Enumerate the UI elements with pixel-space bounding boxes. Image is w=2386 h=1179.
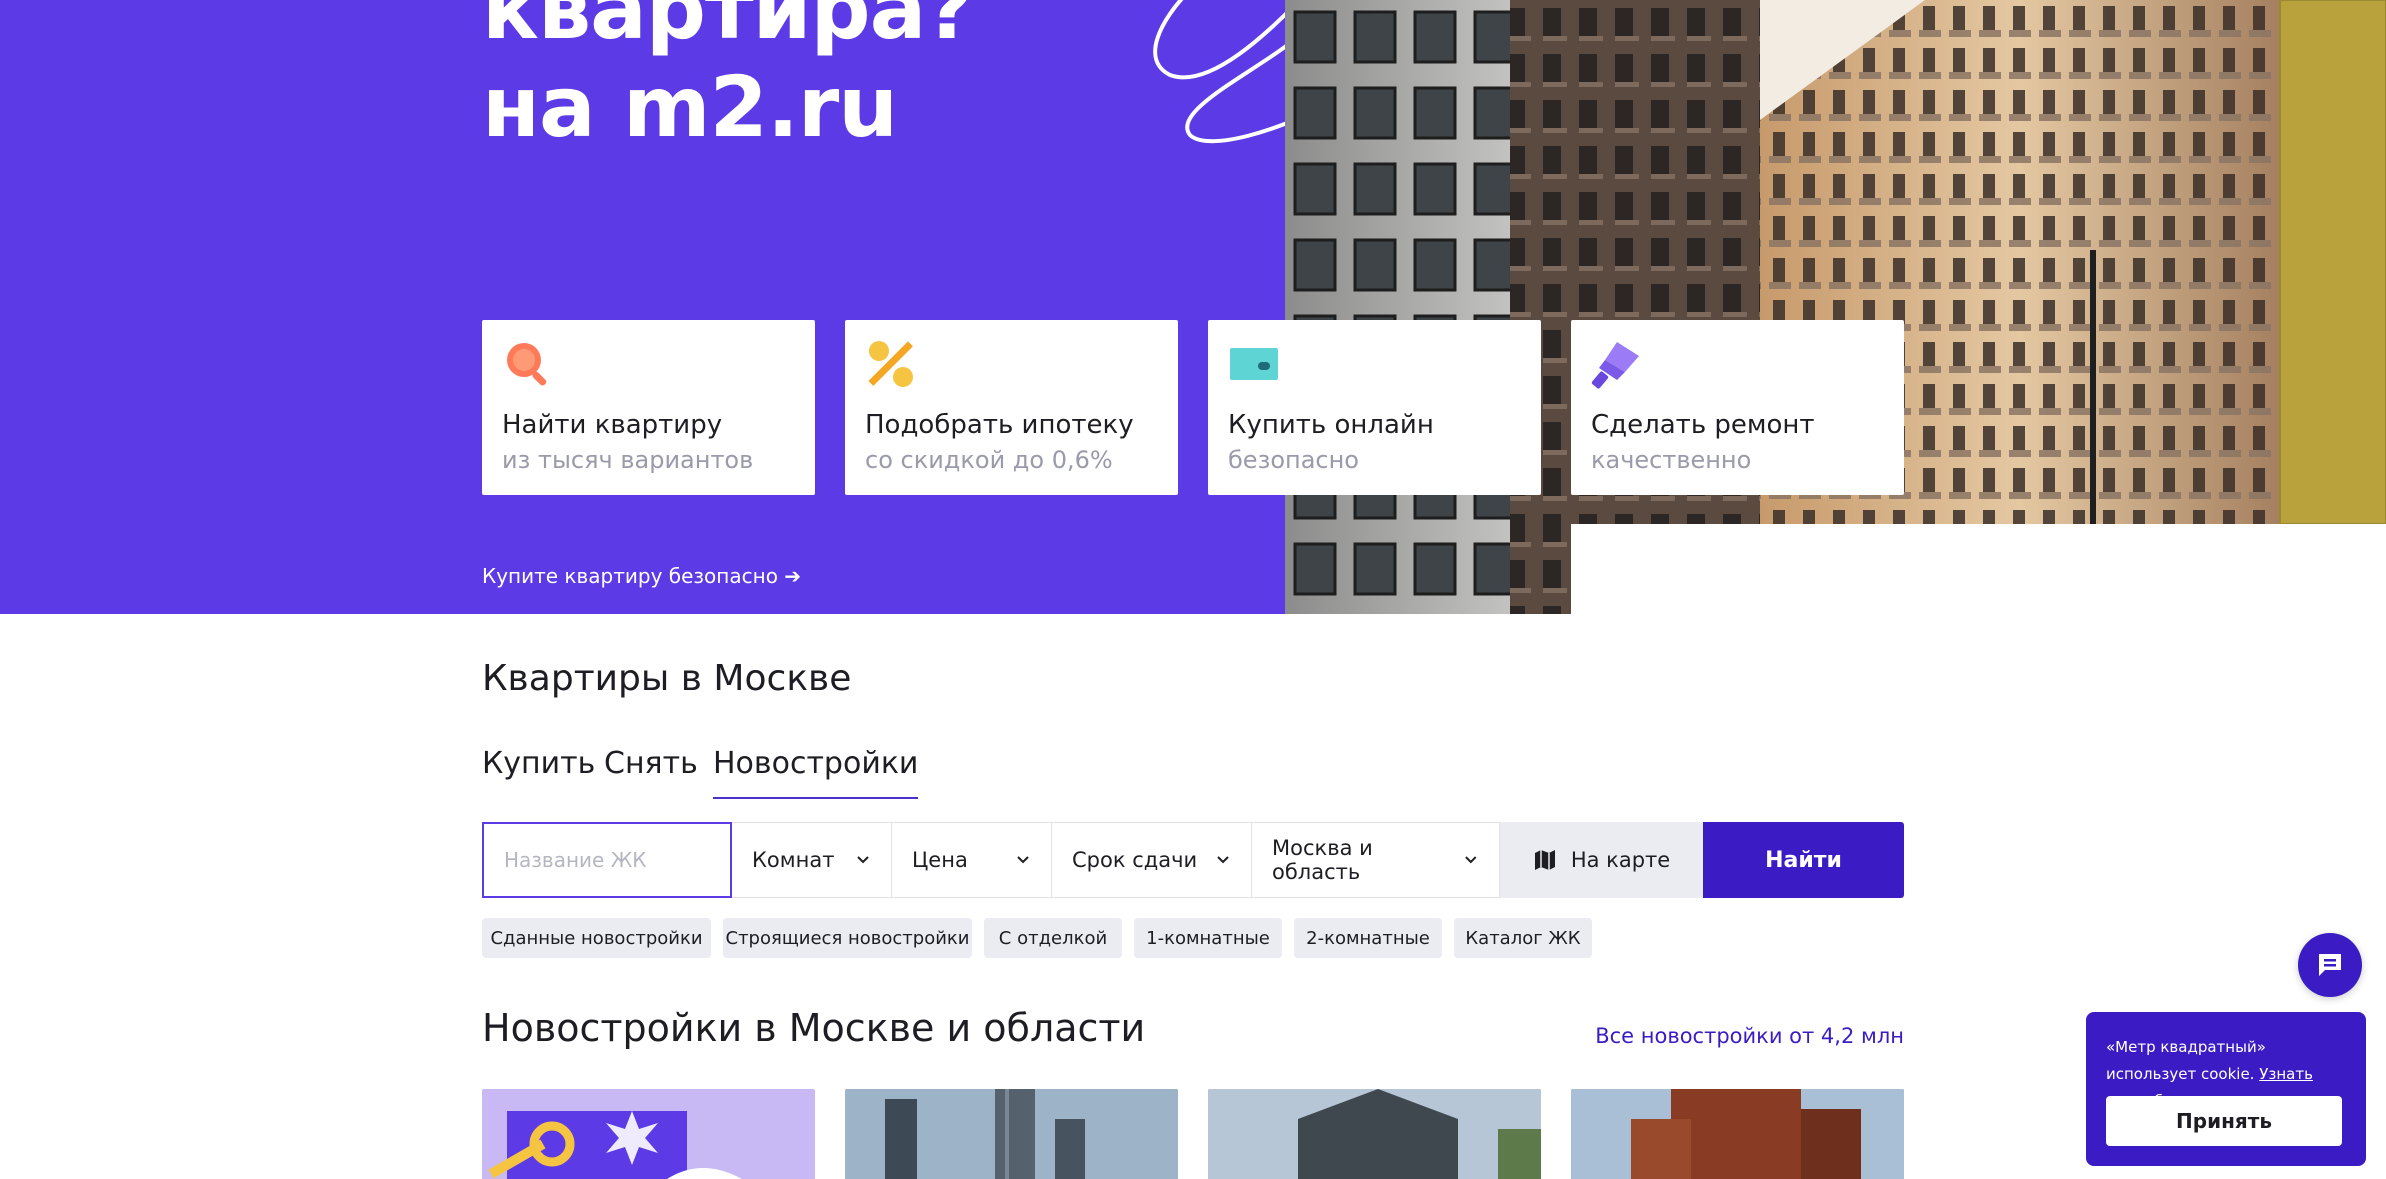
chat-button[interactable] — [2298, 933, 2362, 997]
hero-title: квартира? на m2.ru — [482, 0, 974, 156]
tab-rent[interactable]: Снять — [604, 746, 698, 797]
complex-name-input[interactable] — [482, 822, 732, 898]
chevron-down-icon — [857, 856, 869, 864]
chip-with-finishing[interactable]: С отделкой — [984, 918, 1122, 958]
paint-roller-icon — [1591, 342, 1639, 389]
service-card-title: Подобрать ипотеку — [865, 410, 1134, 440]
chip-two-room[interactable]: 2-комнатные — [1294, 918, 1442, 958]
price-select-label: Цена — [912, 848, 968, 872]
new-buildings-section-title: Новостройки в Москве и области — [482, 1006, 1146, 1050]
card-icon — [1230, 348, 1278, 380]
region-select[interactable]: Москва и область — [1252, 822, 1500, 898]
region-select-label: Москва и область — [1272, 836, 1373, 884]
service-card-buy-online[interactable]: Купить онлайн безопасно — [1208, 320, 1541, 495]
tab-buy[interactable]: Купить — [482, 746, 595, 797]
service-card-subtitle: из тысяч вариантов — [502, 446, 754, 474]
listing-photo — [845, 1089, 1178, 1179]
percent-icon — [868, 341, 913, 387]
chevron-down-icon — [1217, 856, 1229, 864]
building-illustration — [1285, 0, 2386, 614]
chip-complex-catalog[interactable]: Каталог ЖК — [1454, 918, 1592, 958]
service-card-subtitle: со скидкой до 0,6% — [865, 446, 1113, 474]
chevron-down-icon — [1465, 856, 1477, 864]
hero-building-photo — [1285, 0, 2386, 614]
rooms-select[interactable]: Комнат — [732, 822, 892, 898]
service-card-subtitle: безопасно — [1228, 446, 1359, 474]
cookie-banner: «Метр квадратный» использует cookie. Узн… — [2086, 1012, 2366, 1166]
chip-completed-buildings[interactable]: Сданные новостройки — [482, 918, 711, 958]
listing-card[interactable] — [845, 1089, 1178, 1179]
search-icon — [507, 343, 547, 386]
tab-new-buildings[interactable]: Новостройки — [713, 746, 919, 799]
all-new-buildings-link[interactable]: Все новостройки от 4,2 млн — [1595, 1024, 1904, 1048]
listing-card[interactable] — [1208, 1089, 1541, 1179]
deadline-select-label: Срок сдачи — [1072, 848, 1198, 872]
show-on-map-label: На карте — [1570, 848, 1671, 872]
service-card-subtitle: качественно — [1591, 446, 1752, 474]
buy-safely-link[interactable]: Купите квартиру безопасно ➔ — [482, 564, 801, 588]
service-card-title: Найти квартиру — [502, 410, 723, 440]
cookie-accept-button[interactable]: Принять — [2106, 1096, 2342, 1146]
map-icon — [1534, 850, 1555, 870]
chevron-down-icon — [1017, 856, 1029, 864]
listing-photo — [1208, 1089, 1541, 1179]
hero-title-line-2: на m2.ru — [482, 58, 898, 156]
search-section-title: Квартиры в Москве — [482, 658, 852, 699]
hero-photo-cutout — [1571, 524, 2386, 614]
show-on-map-button[interactable]: На карте — [1500, 822, 1703, 898]
search-bar: Комнат Цена Срок сдачи Москва и область … — [482, 822, 1904, 898]
chip-under-construction[interactable]: Строящиеся новостройки — [723, 918, 972, 958]
service-card-title: Купить онлайн — [1228, 410, 1434, 440]
cookie-message: «Метр квадратный» использует cookie. — [2106, 1038, 2266, 1083]
service-card-renovation[interactable]: Сделать ремонт качественно — [1571, 320, 1904, 495]
listing-card[interactable] — [1571, 1089, 1904, 1179]
service-card-find-apartment[interactable]: Найти квартиру из тысяч вариантов — [482, 320, 815, 495]
listing-photo — [1571, 1089, 1904, 1179]
service-card-mortgage[interactable]: Подобрать ипотеку со скидкой до 0,6% — [845, 320, 1178, 495]
hero-title-line-1: квартира? — [482, 0, 974, 58]
chip-one-room[interactable]: 1-комнатные — [1134, 918, 1282, 958]
price-select[interactable]: Цена — [892, 822, 1052, 898]
promo-key-illustration — [488, 1111, 742, 1179]
listing-card-promo[interactable] — [482, 1089, 815, 1179]
hero-banner: квартира? на m2.ru Найти квартиру из тыс… — [0, 0, 2386, 614]
find-button[interactable]: Найти — [1703, 822, 1904, 898]
service-card-title: Сделать ремонт — [1591, 410, 1815, 440]
deadline-select[interactable]: Срок сдачи — [1052, 822, 1252, 898]
chat-icon — [2319, 954, 2341, 976]
rooms-select-label: Комнат — [752, 848, 835, 872]
